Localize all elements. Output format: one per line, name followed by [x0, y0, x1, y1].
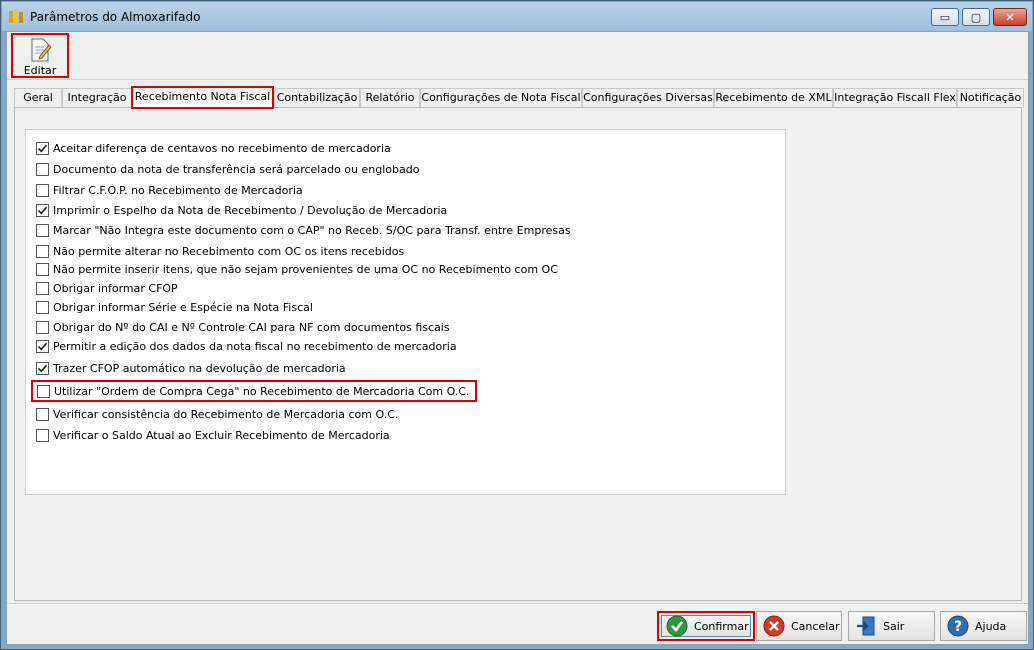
- option-label: Documento da nota de transferência será …: [53, 162, 420, 176]
- option-label: Marcar "Não Integra este documento com o…: [53, 223, 571, 237]
- window: Parâmetros do Almoxarifado ▭ ▢ ✕ Editar …: [0, 0, 1034, 650]
- checkbox[interactable]: [36, 141, 49, 155]
- option-row[interactable]: Não permite alterar no Recebimento com O…: [36, 243, 404, 259]
- maximize-icon: ▢: [970, 10, 982, 24]
- option-label: Aceitar diferença de centavos no recebim…: [53, 141, 391, 155]
- tab-geral[interactable]: Geral: [14, 88, 62, 108]
- checkbox[interactable]: [37, 384, 50, 398]
- option-row[interactable]: Trazer CFOP automático na devolução de m…: [36, 360, 346, 376]
- option-label: Utilizar "Ordem de Compra Cega" no Receb…: [54, 384, 470, 398]
- option-label: Permitir a edição dos dados da nota fisc…: [53, 339, 457, 353]
- tab-integracao[interactable]: Integração: [62, 88, 132, 108]
- option-label: Obrigar informar Série e Espécie na Nota…: [53, 300, 313, 314]
- help-label: Ajuda: [975, 619, 1007, 633]
- edit-button[interactable]: Editar: [11, 33, 69, 78]
- option-label: Obrigar do Nº do CAI e Nº Controle CAI p…: [53, 320, 450, 334]
- client-area: Editar Geral Integração Recebimento Nota…: [6, 31, 1029, 645]
- close-button[interactable]: ✕: [993, 8, 1027, 26]
- option-row[interactable]: Permitir a edição dos dados da nota fisc…: [36, 338, 457, 354]
- checkbox[interactable]: [36, 300, 49, 314]
- tab-integracao-fiscall-flex[interactable]: Integração Fiscall Flex: [833, 88, 957, 108]
- option-row[interactable]: Imprimir o Espelho da Nota de Recebiment…: [36, 202, 447, 218]
- tab-contabilizacao[interactable]: Contabilização: [274, 88, 360, 108]
- check-circle-icon: [666, 615, 688, 637]
- option-row[interactable]: Verificar consistência do Recebimento de…: [36, 406, 398, 422]
- checkbox[interactable]: [36, 281, 49, 295]
- checkbox[interactable]: [36, 320, 49, 334]
- edit-label: Editar: [23, 64, 57, 77]
- checkbox[interactable]: [36, 183, 49, 197]
- option-row[interactable]: Obrigar do Nº do CAI e Nº Controle CAI p…: [36, 319, 450, 335]
- option-label: Não permite inserir itens, que não sejam…: [53, 262, 558, 276]
- checkbox[interactable]: [36, 361, 49, 375]
- checkmark-icon: [37, 206, 48, 214]
- exit-door-icon: [857, 616, 875, 636]
- checkbox[interactable]: [36, 407, 49, 421]
- option-label: Verificar o Saldo Atual ao Excluir Receb…: [53, 428, 390, 442]
- exit-button[interactable]: Sair: [848, 611, 935, 641]
- option-label: Imprimir o Espelho da Nota de Recebiment…: [53, 203, 448, 217]
- option-label: Verificar consistência do Recebimento de…: [53, 407, 399, 421]
- checkbox[interactable]: [36, 162, 49, 176]
- tab-recebimento-nota-fiscal[interactable]: Recebimento Nota Fiscal: [131, 86, 274, 109]
- window-title: Parâmetros do Almoxarifado: [30, 10, 201, 24]
- checkbox[interactable]: [36, 428, 49, 442]
- option-row[interactable]: Filtrar C.F.O.P. no Recebimento de Merca…: [36, 182, 303, 198]
- option-row[interactable]: Documento da nota de transferência será …: [36, 161, 419, 177]
- option-row[interactable]: Obrigar informar CFOP: [36, 280, 178, 296]
- checkmark-icon: [37, 144, 48, 152]
- checkbox[interactable]: [36, 262, 49, 276]
- minimize-icon: ▭: [939, 10, 951, 24]
- checkbox[interactable]: [36, 223, 49, 237]
- option-row[interactable]: Verificar o Saldo Atual ao Excluir Receb…: [36, 427, 390, 443]
- exit-label: Sair: [883, 619, 905, 633]
- option-label: Trazer CFOP automático na devolução de m…: [53, 361, 346, 375]
- minimize-button[interactable]: ▭: [931, 8, 959, 26]
- tab-pane-recebimento-nota-fiscal: Aceitar diferença de centavos no recebim…: [14, 107, 1022, 601]
- option-label: Filtrar C.F.O.P. no Recebimento de Merca…: [53, 183, 303, 197]
- option-row[interactable]: Aceitar diferença de centavos no recebim…: [36, 140, 391, 156]
- option-label: Obrigar informar CFOP: [53, 281, 178, 295]
- confirm-label: Confirmar: [694, 619, 749, 633]
- options-panel: Aceitar diferença de centavos no recebim…: [25, 129, 786, 495]
- tab-recebimento-xml[interactable]: Recebimento de XML: [714, 88, 833, 108]
- checkmark-icon: [37, 342, 48, 350]
- close-icon: ✕: [1005, 10, 1015, 24]
- tab-strip: Geral Integração Recebimento Nota Fiscal…: [14, 86, 1024, 109]
- option-row[interactable]: Marcar "Não Integra este documento com o…: [36, 222, 571, 238]
- edit-document-icon: [31, 38, 52, 62]
- confirm-button[interactable]: Confirmar: [657, 611, 755, 641]
- option-label: Não permite alterar no Recebimento com O…: [53, 244, 405, 258]
- svg-text:?: ?: [954, 619, 962, 635]
- option-row[interactable]: Não permite inserir itens, que não sejam…: [36, 261, 558, 277]
- help-question-icon: ?: [947, 615, 969, 637]
- toolbar: Editar: [7, 32, 1028, 80]
- app-icon: [9, 9, 23, 23]
- cancel-label: Cancelar: [791, 619, 840, 633]
- confirm-button-face[interactable]: Confirmar: [661, 615, 751, 637]
- checkbox[interactable]: [36, 244, 49, 258]
- footer-divider-highlight: [7, 604, 1028, 605]
- checkbox[interactable]: [36, 203, 49, 217]
- option-row-highlighted[interactable]: Utilizar "Ordem de Compra Cega" no Receb…: [31, 380, 477, 402]
- help-button[interactable]: ? Ajuda: [940, 611, 1027, 641]
- cancel-button[interactable]: Cancelar: [756, 611, 842, 641]
- checkbox[interactable]: [36, 339, 49, 353]
- tab-configuracoes-nota-fiscal[interactable]: Configurações de Nota Fiscal: [420, 88, 582, 108]
- tab-notificacao[interactable]: Notificação: [957, 88, 1024, 108]
- cancel-circle-icon: [763, 615, 785, 637]
- tab-configuracoes-diversas[interactable]: Configurações Diversas: [582, 88, 714, 108]
- checkmark-icon: [37, 364, 48, 372]
- option-row[interactable]: Obrigar informar Série e Espécie na Nota…: [36, 299, 313, 315]
- title-bar[interactable]: Parâmetros do Almoxarifado ▭ ▢ ✕: [2, 2, 1032, 31]
- tab-relatorio[interactable]: Relatório: [360, 88, 420, 108]
- maximize-button[interactable]: ▢: [962, 8, 990, 26]
